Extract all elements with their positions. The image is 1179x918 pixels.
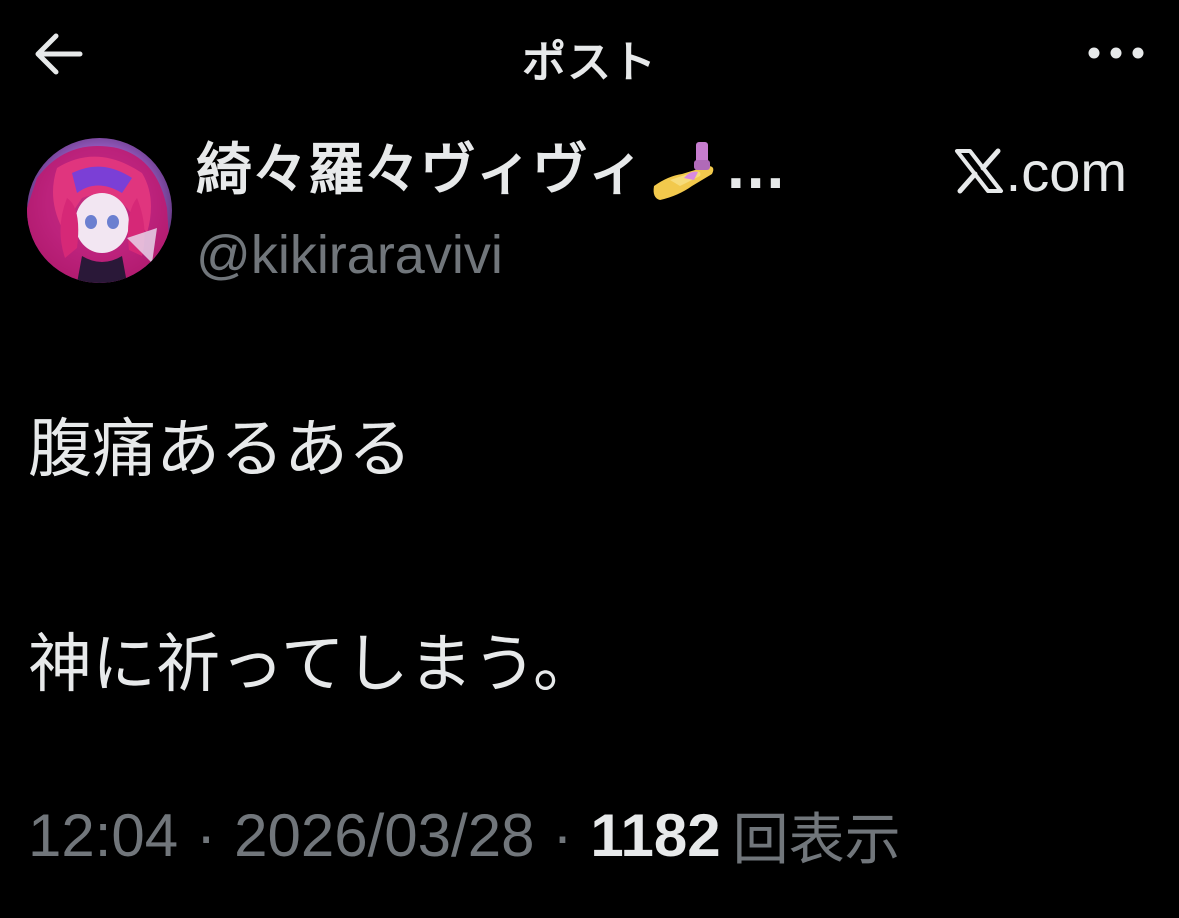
- nail-polish-icon: [653, 142, 714, 200]
- source-text: .com: [1005, 139, 1127, 203]
- more-horizontal-icon: [1088, 47, 1144, 59]
- views-count[interactable]: 1182: [590, 801, 720, 870]
- post-meta: 12:04 · 2026/03/28 · 1182 回表示: [28, 795, 901, 875]
- source-label: .com: [954, 139, 1127, 203]
- meta-separator: ·: [552, 801, 573, 869]
- page-title: ポスト: [522, 37, 657, 88]
- x-logo-icon: [954, 148, 1003, 194]
- avatar-image: [27, 138, 172, 283]
- top-bar: ポスト: [0, 0, 1179, 110]
- post-text-line: 腹痛あるある: [28, 413, 412, 487]
- author-name-row[interactable]: 綺々羅々ヴィヴィ ...: [196, 136, 785, 206]
- post-time[interactable]: 12:04: [28, 801, 178, 870]
- meta-separator: ·: [196, 801, 217, 869]
- post-text-line: 神に祈ってしまう。: [28, 628, 597, 702]
- display-name[interactable]: 綺々羅々ヴィヴィ: [196, 136, 644, 206]
- author-handle[interactable]: @kikiraravivi: [196, 220, 503, 290]
- views-label: 回表示: [732, 807, 901, 873]
- post-date[interactable]: 2026/03/28: [234, 801, 534, 870]
- avatar[interactable]: [27, 138, 172, 283]
- name-truncation: ...: [726, 141, 786, 201]
- more-options-button[interactable]: [1081, 28, 1151, 78]
